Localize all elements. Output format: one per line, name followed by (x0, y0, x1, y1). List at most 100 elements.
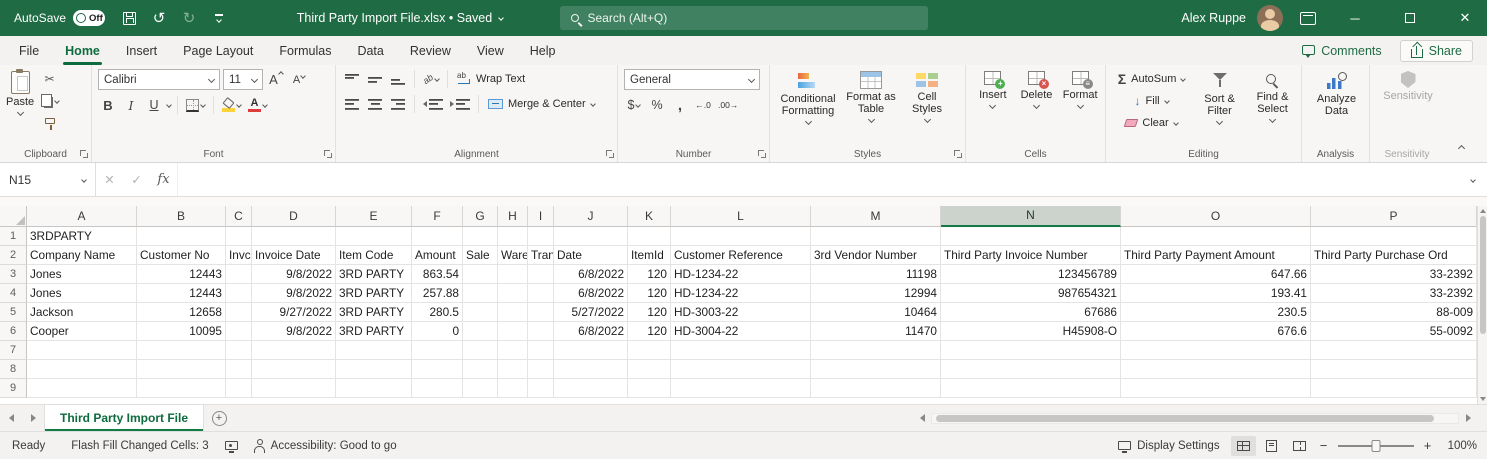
cell-P7[interactable] (1311, 341, 1477, 360)
cell-C6[interactable] (226, 322, 252, 341)
font-color-button[interactable]: A (246, 95, 269, 115)
format-painter-button[interactable] (38, 113, 61, 133)
cell-H6[interactable] (498, 322, 528, 341)
underline-button[interactable]: U (144, 95, 164, 115)
cell-J8[interactable] (554, 360, 628, 379)
cell-O6[interactable]: 676.6 (1121, 322, 1311, 341)
cell-N2[interactable]: Third Party Invoice Number (941, 246, 1121, 265)
cell-J7[interactable] (554, 341, 628, 360)
cell-A2[interactable]: Company Name (27, 246, 137, 265)
cell-A7[interactable] (27, 341, 137, 360)
font-size-select[interactable]: 11 (223, 69, 263, 90)
cell-A5[interactable]: Jackson (27, 303, 137, 322)
tab-page-layout[interactable]: Page Layout (170, 36, 266, 65)
autosum-button[interactable]: Σ AutoSum (1112, 69, 1191, 89)
cell-B2[interactable]: Customer No (137, 246, 226, 265)
cell-B4[interactable]: 12443 (137, 284, 226, 303)
cell-K3[interactable]: 120 (628, 265, 671, 284)
cell-L6[interactable]: HD-3004-22 (671, 322, 811, 341)
cell-I4[interactable] (528, 284, 554, 303)
row-header-8[interactable]: 8 (0, 360, 27, 379)
cell-J4[interactable]: 6/8/2022 (554, 284, 628, 303)
cell-P9[interactable] (1311, 379, 1477, 398)
cell-D9[interactable] (252, 379, 336, 398)
cell-L3[interactable]: HD-1234-22 (671, 265, 811, 284)
conditional-formatting-button[interactable]: Conditional Formatting (776, 69, 840, 126)
tab-review[interactable]: Review (397, 36, 464, 65)
cell-N3[interactable]: 123456789 (941, 265, 1121, 284)
accessibility-status[interactable]: Accessibility: Good to go (246, 439, 405, 453)
cell-H3[interactable] (498, 265, 528, 284)
align-left-button[interactable] (342, 94, 362, 114)
cell-L7[interactable] (671, 341, 811, 360)
analyze-data-button[interactable]: Analyze Data (1308, 69, 1365, 117)
vertical-scrollbar[interactable] (1477, 206, 1487, 404)
comma-style-button[interactable]: , (670, 95, 690, 115)
column-header-O[interactable]: O (1121, 206, 1311, 227)
collapse-ribbon-button[interactable] (1451, 140, 1471, 156)
increase-font-size-button[interactable]: A (266, 70, 286, 90)
dropdown-chevron-icon[interactable] (166, 102, 172, 108)
view-page-layout-button[interactable] (1259, 436, 1284, 456)
user-name[interactable]: Alex Ruppe (1181, 11, 1246, 25)
cell-E7[interactable] (336, 341, 412, 360)
autosave-toggle[interactable]: Off (73, 10, 106, 26)
cell-J2[interactable]: Date (554, 246, 628, 265)
number-format-select[interactable]: General (624, 69, 760, 90)
cell-L8[interactable] (671, 360, 811, 379)
cell-D3[interactable]: 9/8/2022 (252, 265, 336, 284)
row-header-2[interactable]: 2 (0, 246, 27, 265)
tab-view[interactable]: View (464, 36, 517, 65)
cell-E1[interactable] (336, 227, 412, 246)
cell-B6[interactable]: 10095 (137, 322, 226, 341)
cell-I9[interactable] (528, 379, 554, 398)
cell-D1[interactable] (252, 227, 336, 246)
cell-I5[interactable] (528, 303, 554, 322)
alignment-dialog-launcher[interactable] (606, 150, 614, 158)
cell-M3[interactable]: 11198 (811, 265, 941, 284)
cell-H2[interactable]: Ware (498, 246, 528, 265)
column-header-K[interactable]: K (628, 206, 671, 227)
row-header-9[interactable]: 9 (0, 379, 27, 398)
align-bottom-button[interactable] (388, 69, 408, 89)
cell-K9[interactable] (628, 379, 671, 398)
cell-K1[interactable] (628, 227, 671, 246)
save-button[interactable] (115, 3, 143, 33)
cell-P5[interactable]: 88-009 (1311, 303, 1477, 322)
cell-H1[interactable] (498, 227, 528, 246)
increase-indent-button[interactable] (448, 94, 472, 114)
zoom-slider[interactable] (1337, 438, 1414, 453)
cell-M5[interactable]: 10464 (811, 303, 941, 322)
cell-C8[interactable] (226, 360, 252, 379)
share-button[interactable]: Share (1399, 39, 1473, 62)
cell-F8[interactable] (412, 360, 463, 379)
cell-O2[interactable]: Third Party Payment Amount (1121, 246, 1311, 265)
cell-C3[interactable] (226, 265, 252, 284)
cell-J3[interactable]: 6/8/2022 (554, 265, 628, 284)
cell-P4[interactable]: 33-2392 (1311, 284, 1477, 303)
display-settings-button[interactable]: Display Settings (1110, 440, 1227, 453)
enter-button[interactable]: ✓ (123, 163, 150, 196)
cell-O7[interactable] (1121, 341, 1311, 360)
column-header-J[interactable]: J (554, 206, 628, 227)
zoom-slider-thumb[interactable] (1371, 439, 1381, 452)
close-button[interactable]: ✕ (1443, 0, 1487, 36)
cell-L2[interactable]: Customer Reference (671, 246, 811, 265)
cell-H9[interactable] (498, 379, 528, 398)
cell-K8[interactable] (628, 360, 671, 379)
cell-F3[interactable]: 863.54 (412, 265, 463, 284)
tab-home[interactable]: Home (52, 36, 113, 65)
column-header-E[interactable]: E (336, 206, 412, 227)
cell-M2[interactable]: 3rd Vendor Number (811, 246, 941, 265)
italic-button[interactable]: I (121, 95, 141, 115)
cell-E6[interactable]: 3RD PARTY (336, 322, 412, 341)
cell-K7[interactable] (628, 341, 671, 360)
autosave-control[interactable]: AutoSave Off (0, 10, 115, 26)
cell-N9[interactable] (941, 379, 1121, 398)
align-top-button[interactable] (342, 69, 362, 89)
cell-B1[interactable] (137, 227, 226, 246)
sheet-nav-right-button[interactable] (22, 414, 44, 422)
decrease-decimal-button[interactable]: .00→ (716, 95, 740, 115)
cell-K2[interactable]: ItemId (628, 246, 671, 265)
percent-style-button[interactable]: % (647, 95, 667, 115)
